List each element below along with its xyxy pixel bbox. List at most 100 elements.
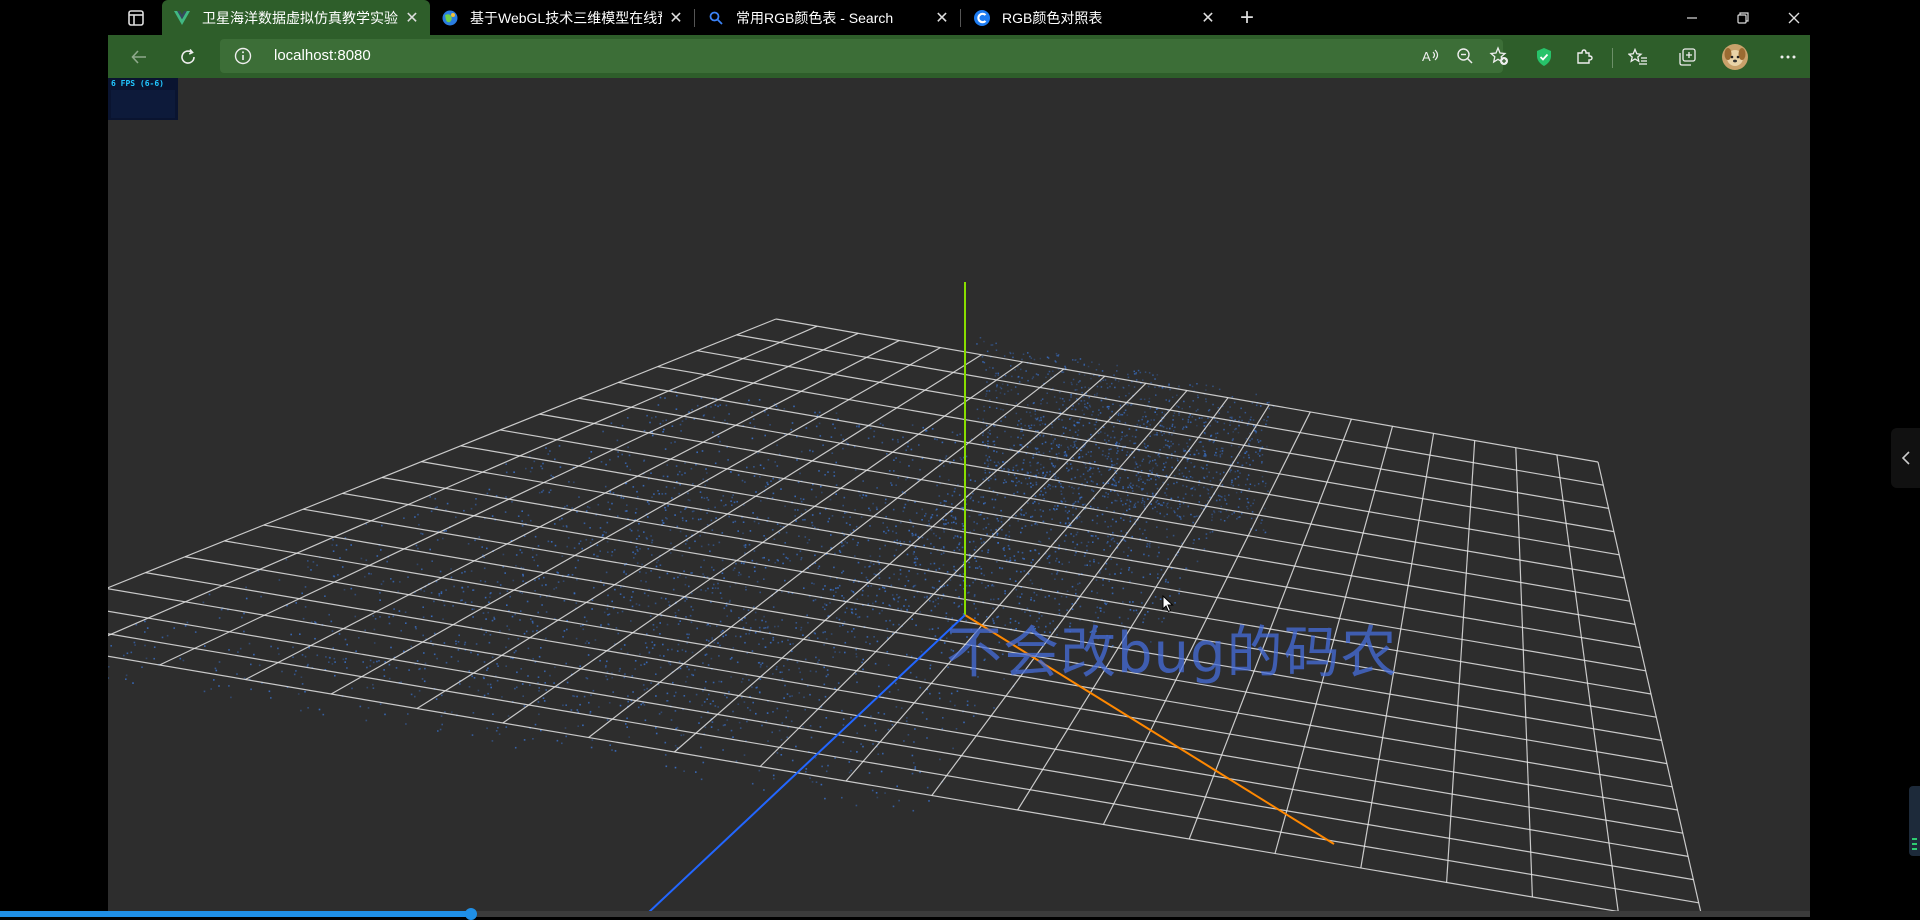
webgl-canvas[interactable]: 6 FPS (6-6) 不会改bug的码农 [108,78,1810,913]
point [914,766,917,768]
point [144,644,146,647]
tab-actions-button[interactable] [110,0,162,35]
point [628,454,631,457]
point [1237,461,1239,464]
point [218,661,221,663]
point [1153,419,1155,421]
read-aloud-button[interactable]: A [1414,39,1448,73]
point [484,580,487,583]
point [996,517,999,520]
point [833,595,835,597]
more-menu-button[interactable] [1771,40,1805,74]
profile-button[interactable] [1718,40,1752,74]
point [1146,545,1148,548]
tab-rgb-table[interactable]: RGB颜色对照表 ✕ [962,0,1226,35]
point [780,754,783,756]
point [780,748,783,751]
point [1238,424,1240,427]
tab-vue-app[interactable]: 卫星海洋数据虚拟仿真教学实验 ✕ [162,0,430,35]
point [856,681,858,684]
point [1221,484,1224,486]
point [430,615,433,618]
point [577,725,579,727]
minimize-button[interactable] [1667,0,1717,35]
point [1264,507,1266,510]
shield-extension-button[interactable] [1527,40,1561,74]
point [1078,515,1081,518]
point [1056,444,1058,446]
point [1084,503,1086,506]
refresh-button[interactable] [171,40,205,74]
favorites-button[interactable] [1621,40,1655,74]
close-tab-icon[interactable]: ✕ [1200,10,1216,27]
point [1116,542,1119,545]
zoom-button[interactable] [1448,39,1482,73]
point [986,459,988,462]
tab-search[interactable]: 常用RGB颜色表 - Search ✕ [696,0,960,35]
collections-button[interactable] [1670,40,1704,74]
point [1185,476,1188,479]
point [1092,467,1095,469]
back-button[interactable] [122,40,156,74]
point [759,464,762,466]
close-tab-icon[interactable]: ✕ [404,10,420,27]
point [980,568,983,570]
add-favorite-button[interactable] [1482,39,1516,73]
point [1028,477,1031,479]
avatar [1722,44,1748,70]
point [1196,449,1198,452]
restore-button[interactable] [1718,0,1768,35]
point [493,618,496,620]
point [1132,506,1135,508]
extensions-button[interactable] [1567,40,1601,74]
point [655,673,657,675]
point [959,574,961,576]
point [416,563,419,566]
point [1147,445,1149,447]
point [1084,478,1086,481]
point [1013,555,1016,557]
close-tab-icon[interactable]: ✕ [934,10,950,27]
point [620,496,622,499]
point [1032,502,1034,505]
info-icon[interactable] [234,47,252,65]
point [671,425,674,427]
point [854,608,857,610]
url-text[interactable]: localhost:8080 [274,39,371,73]
point [1252,419,1255,421]
point [628,736,630,738]
point [732,647,735,649]
3d-scene[interactable] [108,78,1810,913]
point [1171,453,1173,455]
point [623,571,625,573]
point [1257,483,1260,485]
tab-webgl[interactable]: 基于WebGL技术三维模型在线预 ✕ [430,0,694,35]
point [310,569,312,571]
sidebar-toggle-button[interactable] [1891,428,1920,488]
browser-toolbar: localhost:8080 A [108,35,1810,78]
point [1081,391,1083,394]
address-bar[interactable]: localhost:8080 A [220,39,1508,73]
point [606,541,609,543]
point [778,478,781,481]
point [566,504,568,507]
point [929,664,932,667]
video-progress-thumb[interactable] [464,908,477,920]
point [731,496,733,499]
side-widget[interactable] [1909,786,1920,856]
close-window-button[interactable] [1769,0,1819,35]
point [1038,540,1040,543]
close-tab-icon[interactable]: ✕ [668,10,684,27]
point [604,485,607,488]
point [991,344,994,346]
fps-stats-panel[interactable]: 6 FPS (6-6) [108,78,178,120]
point [536,629,538,632]
point [1042,520,1045,523]
point [376,660,378,663]
point [332,538,334,541]
new-tab-button[interactable]: + [1233,0,1261,35]
point [884,792,886,794]
point [626,465,628,468]
point [1009,578,1011,580]
point [945,523,947,525]
